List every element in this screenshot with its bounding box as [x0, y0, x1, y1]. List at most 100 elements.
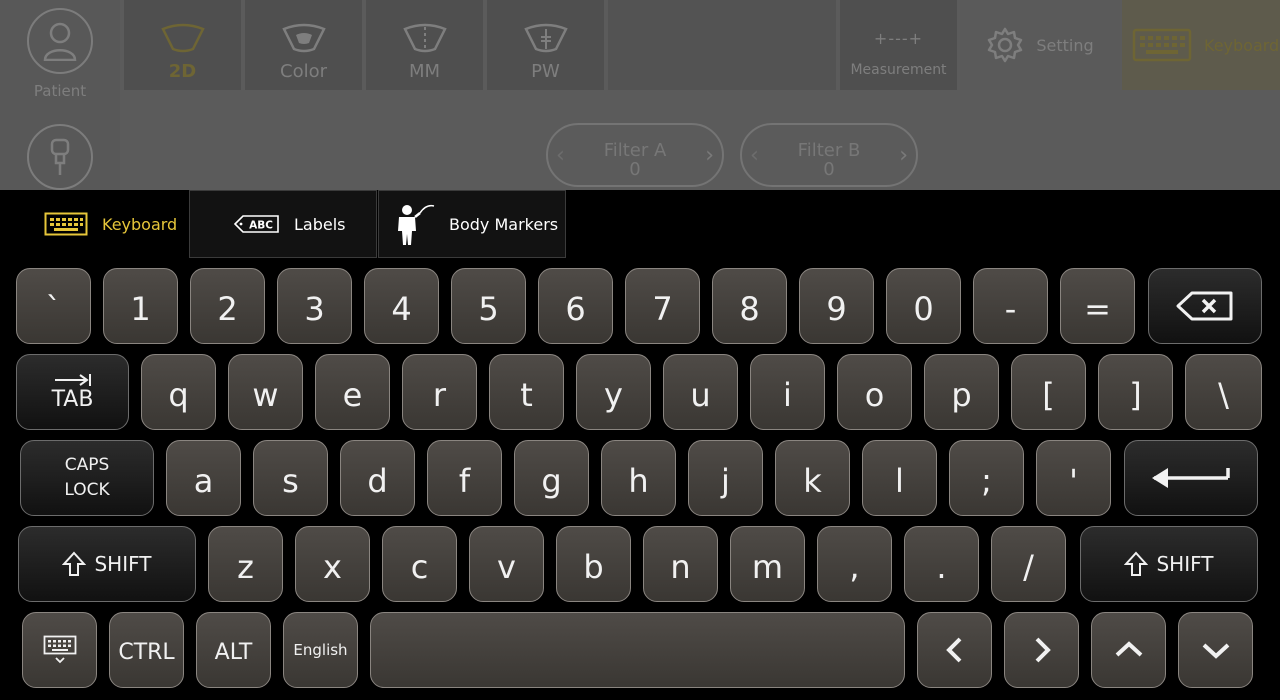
key-o[interactable]: o — [837, 354, 912, 430]
key-comma[interactable]: , — [817, 526, 892, 602]
tab-body-markers[interactable]: Body Markers — [378, 190, 566, 258]
key-label: x — [323, 548, 342, 586]
key-u[interactable]: u — [663, 354, 738, 430]
key-l[interactable]: l — [862, 440, 937, 516]
key-q[interactable]: q — [141, 354, 216, 430]
measurement-button[interactable]: +---+ Measurement — [840, 0, 957, 90]
key-s[interactable]: s — [253, 440, 328, 516]
key-shift-left[interactable]: SHIFT — [18, 526, 196, 602]
imaging-mode-bar: 2D Color MM PW +---+ Measurement — [124, 0, 957, 90]
filter-a-control[interactable]: ‹ Filter A 0 › — [546, 123, 724, 187]
key-4[interactable]: 4 — [364, 268, 439, 344]
mode-tab-2d[interactable]: 2D — [124, 0, 241, 90]
key-k[interactable]: k — [775, 440, 850, 516]
key-label: w — [252, 376, 279, 414]
key-z[interactable]: z — [208, 526, 283, 602]
filter-a-value: 0 — [629, 159, 641, 180]
key-right-bracket[interactable]: ] — [1098, 354, 1173, 430]
mode-tab-color[interactable]: Color — [245, 0, 362, 90]
key-shift-right[interactable]: SHIFT — [1080, 526, 1258, 602]
key-quote[interactable]: ' — [1036, 440, 1111, 516]
key-g[interactable]: g — [514, 440, 589, 516]
key-c[interactable]: c — [382, 526, 457, 602]
key-left-bracket[interactable]: [ — [1011, 354, 1086, 430]
key-b[interactable]: b — [556, 526, 631, 602]
tab-keyboard[interactable]: Keyboard — [44, 190, 188, 258]
patient-button[interactable]: Patient — [0, 8, 120, 100]
body-marker-icon — [398, 204, 435, 245]
key-space[interactable] — [370, 612, 905, 688]
key-label: [ — [1042, 376, 1055, 414]
key-semicolon[interactable]: ; — [949, 440, 1024, 516]
setting-button[interactable]: Setting — [960, 0, 1120, 90]
key-arrow-up[interactable] — [1091, 612, 1166, 688]
key-label: = — [1084, 290, 1111, 328]
key-enter[interactable] — [1124, 440, 1258, 516]
key-arrow-down[interactable] — [1178, 612, 1253, 688]
mode-label: Color — [280, 61, 327, 82]
chevron-left-icon[interactable]: ‹ — [556, 143, 565, 168]
key-7[interactable]: 7 — [625, 268, 700, 344]
key-v[interactable]: v — [469, 526, 544, 602]
key-m[interactable]: m — [730, 526, 805, 602]
key-backspace[interactable] — [1148, 268, 1262, 344]
key-8[interactable]: 8 — [712, 268, 787, 344]
key-5[interactable]: 5 — [451, 268, 526, 344]
key-tab[interactable]: TAB — [16, 354, 129, 430]
key-language[interactable]: English — [283, 612, 358, 688]
key-backtick[interactable]: ` — [16, 268, 91, 344]
key-p[interactable]: p — [924, 354, 999, 430]
app-header-overlay: Patient 2D Color MM PW +---+ Measurement — [0, 0, 1280, 190]
key-2[interactable]: 2 — [190, 268, 265, 344]
key-backslash[interactable]: \ — [1185, 354, 1262, 430]
key-w[interactable]: w — [228, 354, 303, 430]
key-label: f — [458, 462, 471, 500]
key-arrow-right[interactable] — [1004, 612, 1079, 688]
chevron-right-icon[interactable]: › — [899, 143, 908, 168]
key-0[interactable]: 0 — [886, 268, 961, 344]
key-x[interactable]: x — [295, 526, 370, 602]
key-h[interactable]: h — [601, 440, 676, 516]
probe-icon — [27, 124, 93, 190]
key-label: z — [237, 548, 254, 586]
filter-b-label: Filter B — [797, 140, 861, 161]
mode-tab-mm[interactable]: MM — [366, 0, 483, 90]
key-hide-keyboard[interactable] — [22, 612, 97, 688]
key-alt[interactable]: ALT — [196, 612, 271, 688]
hide-keyboard-icon — [43, 635, 76, 664]
key-i[interactable]: i — [750, 354, 825, 430]
key-y[interactable]: y — [576, 354, 651, 430]
key-j[interactable]: j — [688, 440, 763, 516]
key-ctrl[interactable]: CTRL — [109, 612, 184, 688]
key-a[interactable]: a — [166, 440, 241, 516]
key-equals[interactable]: = — [1060, 268, 1135, 344]
key-d[interactable]: d — [340, 440, 415, 516]
key-r[interactable]: r — [402, 354, 477, 430]
key-minus[interactable]: - — [973, 268, 1048, 344]
mode-label: MM — [408, 61, 441, 82]
chevron-left-icon[interactable]: ‹ — [750, 143, 759, 168]
key-e[interactable]: e — [315, 354, 390, 430]
chevron-right-icon[interactable]: › — [705, 143, 714, 168]
key-arrow-left[interactable] — [917, 612, 992, 688]
pw-mode-icon — [523, 23, 568, 53]
key-6[interactable]: 6 — [538, 268, 613, 344]
key-label: 0 — [913, 290, 934, 328]
key-t[interactable]: t — [489, 354, 564, 430]
key-1[interactable]: 1 — [103, 268, 178, 344]
key-label: c — [410, 548, 429, 586]
key-slash[interactable]: / — [991, 526, 1066, 602]
key-label: , — [849, 548, 860, 586]
key-f[interactable]: f — [427, 440, 502, 516]
key-9[interactable]: 9 — [799, 268, 874, 344]
key-period[interactable]: . — [904, 526, 979, 602]
key-label: b — [583, 548, 604, 586]
key-3[interactable]: 3 — [277, 268, 352, 344]
key-n[interactable]: n — [643, 526, 718, 602]
keyboard-toggle-button[interactable]: Keyboard — [1122, 0, 1280, 90]
filter-b-control[interactable]: ‹ Filter B 0 › — [740, 123, 918, 187]
tab-labels[interactable]: ABC Labels — [189, 190, 377, 258]
mode-tab-pw[interactable]: PW — [487, 0, 604, 90]
key-caps-lock[interactable]: CAPS LOCK — [20, 440, 154, 516]
probe-button[interactable] — [0, 124, 120, 190]
